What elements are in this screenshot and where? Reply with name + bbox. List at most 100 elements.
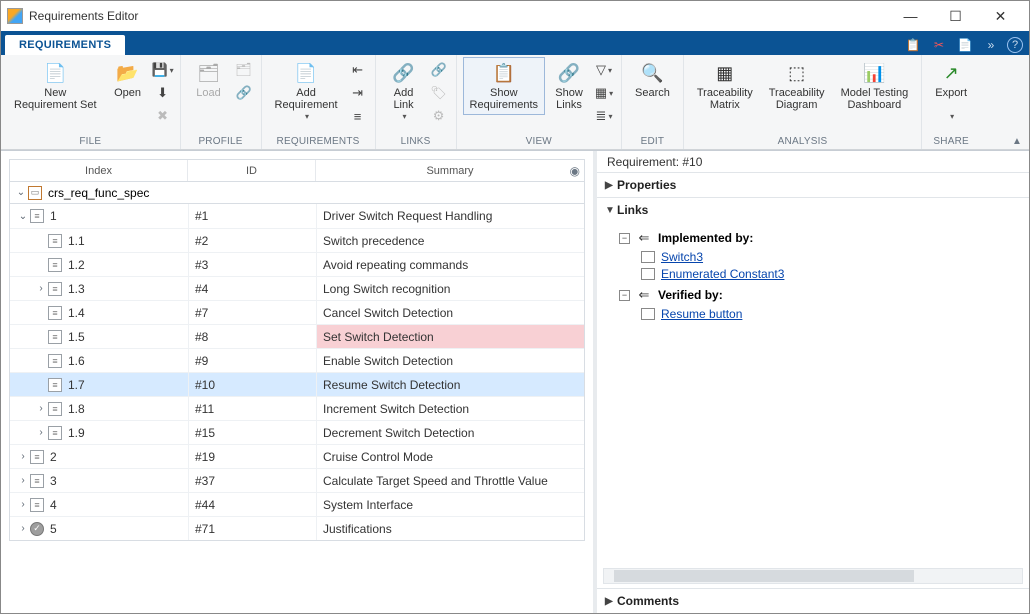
link-opt3-button[interactable]: ⚙ [428,105,450,127]
expand-toggle-icon[interactable]: › [16,523,30,534]
horizontal-scrollbar[interactable] [603,568,1023,584]
close-doc-button[interactable]: ✖ [152,105,174,127]
table-row[interactable]: ≡1.7#10Resume Switch Detection [10,372,584,396]
save-icon: 💾 [151,62,167,78]
tab-requirements[interactable]: REQUIREMENTS [5,35,125,55]
filter-button[interactable]: ▽▾ [593,59,615,81]
show-requirements-button[interactable]: 📋 Show Requirements [463,57,545,115]
table-row[interactable]: ›≡1.3#4Long Switch recognition [10,276,584,300]
minimize-ribbon-button[interactable]: ▲ [1009,135,1025,147]
table-row[interactable]: ⌄≡1#1Driver Switch Request Handling [10,204,584,228]
table-row[interactable]: ›≡1.9#15Decrement Switch Detection [10,420,584,444]
maximize-button[interactable]: ☐ [933,2,978,30]
expand-toggle-icon[interactable]: › [16,499,30,510]
demote-button[interactable]: ⇥ [347,82,369,104]
ribbon-group-links: 🔗 Add Link▾ 🔗 🏷 ⚙ LINKS [376,55,457,149]
table-row[interactable]: ≡1.2#3Avoid repeating commands [10,252,584,276]
section-links-header[interactable]: ▼ Links [597,198,1029,222]
row-id: #7 [195,306,208,320]
search-button[interactable]: 🔍 Search [628,57,677,103]
col-summary[interactable]: Summary ◉ [316,160,584,181]
col-id[interactable]: ID [188,160,316,181]
minimize-button[interactable]: — [888,2,933,30]
profile-edit-button[interactable]: 🗂 [233,59,255,81]
requirement-icon: ≡ [48,354,62,368]
export-button[interactable]: ↗ Export▾ [928,57,974,127]
view-opts-button[interactable]: ≣▾ [593,105,615,127]
expand-toggle-icon[interactable]: › [16,475,30,486]
close-button[interactable]: ✕ [978,2,1023,30]
link-item: Enumerated Constant3 [641,267,1019,281]
table-row[interactable]: ›≡3#37Calculate Target Speed and Throttl… [10,468,584,492]
columns-gear-icon[interactable]: ◉ [570,164,580,178]
table-row[interactable]: ›≡1.8#11Increment Switch Detection [10,396,584,420]
table-row[interactable]: ›≡4#44System Interface [10,492,584,516]
table-row[interactable]: ›≡2#19Cruise Control Mode [10,444,584,468]
expand-file-icon[interactable]: ⌄ [14,187,28,198]
row-summary: Long Switch recognition [323,282,450,296]
row-id: #3 [195,258,208,272]
table-row[interactable]: ≡1.5#8Set Switch Detection [10,324,584,348]
traceability-matrix-button[interactable]: ▦ Traceability Matrix [690,57,760,115]
show-links-button[interactable]: 🔗 Show Links [547,57,591,115]
collapse-icon[interactable]: − [619,233,630,244]
link-target[interactable]: Resume button [661,307,742,321]
list-icon: 📋 [492,61,516,85]
table-row[interactable]: ›✓5#71Justifications [10,516,584,540]
link-opt1-button[interactable]: 🔗 [428,59,450,81]
col-index[interactable]: Index [10,160,188,181]
expand-toggle-icon[interactable]: › [34,427,48,438]
link-target[interactable]: Switch3 [661,250,703,264]
row-id: #15 [195,426,215,440]
open-button[interactable]: 📂 Open [106,57,150,103]
add-link-button[interactable]: 🔗 Add Link▾ [382,57,426,127]
reorder-button[interactable]: ≡ [347,105,369,127]
row-index: 2 [50,450,57,464]
section-comments: ▶ Comments [597,589,1029,613]
ribbon-tabstrip: REQUIREMENTS 📋 ✂ 📄 » ? [1,31,1029,55]
diagram-icon: ⬚ [785,61,809,85]
columns-button[interactable]: ▦▾ [593,82,615,104]
help-icon[interactable]: ? [1007,37,1023,53]
new-requirement-set-button[interactable]: 📄 New Requirement Set [7,57,104,115]
collapse-icon[interactable]: − [619,290,630,301]
block-icon [641,268,655,280]
save-button[interactable]: 💾▾ [152,59,174,81]
load-profile-button[interactable]: 🗂 Load [187,57,231,103]
row-index: 1.7 [68,378,85,392]
expand-toggle-icon[interactable]: › [16,451,30,462]
expand-toggle-icon[interactable]: ⌄ [16,211,30,222]
traceability-diagram-button[interactable]: ⬚ Traceability Diagram [762,57,832,115]
link-opt2-button[interactable]: 🏷 [428,82,450,104]
import-button[interactable]: ⬇ [152,82,174,104]
promote-button[interactable]: ⇤ [347,59,369,81]
paste-icon[interactable]: 📄 [955,35,975,55]
arrow-in-icon: ⇐ [636,230,652,246]
cut-icon[interactable]: ✂ [929,35,949,55]
arrow-in-icon: ⇐ [636,287,652,303]
section-comments-header[interactable]: ▶ Comments [597,589,1029,613]
more-icon[interactable]: » [981,35,1001,55]
section-links: ▼ Links − ⇐ Implemented by: Switch3Enume… [597,198,1029,589]
row-summary: Set Switch Detection [323,330,434,344]
row-index: 1 [50,209,57,223]
requirement-icon: ≡ [48,402,62,416]
expand-toggle-icon[interactable]: › [34,403,48,414]
row-summary: Calculate Target Speed and Throttle Valu… [323,474,548,488]
model-testing-dashboard-button[interactable]: 📊 Model Testing Dashboard [834,57,916,115]
add-requirement-button[interactable]: 📄 Add Requirement▾ [268,57,345,127]
row-summary: Resume Switch Detection [323,378,460,392]
section-properties-header[interactable]: ▶ Properties [597,173,1029,197]
link-target[interactable]: Enumerated Constant3 [661,267,784,281]
copy-icon[interactable]: 📋 [903,35,923,55]
expand-toggle-icon[interactable]: › [34,283,48,294]
row-id: #2 [195,234,208,248]
table-row[interactable]: ≡1.1#2Switch precedence [10,228,584,252]
row-id: #10 [195,378,215,392]
table-row[interactable]: ≡1.6#9Enable Switch Detection [10,348,584,372]
table-row[interactable]: ≡1.4#7Cancel Switch Detection [10,300,584,324]
ribbon-group-analysis: ▦ Traceability Matrix ⬚ Traceability Dia… [684,55,922,149]
link-item: Switch3 [641,250,1019,264]
file-row[interactable]: ⌄ ▭ crs_req_func_spec [9,182,585,204]
profile-link-button[interactable]: 🔗 [233,82,255,104]
